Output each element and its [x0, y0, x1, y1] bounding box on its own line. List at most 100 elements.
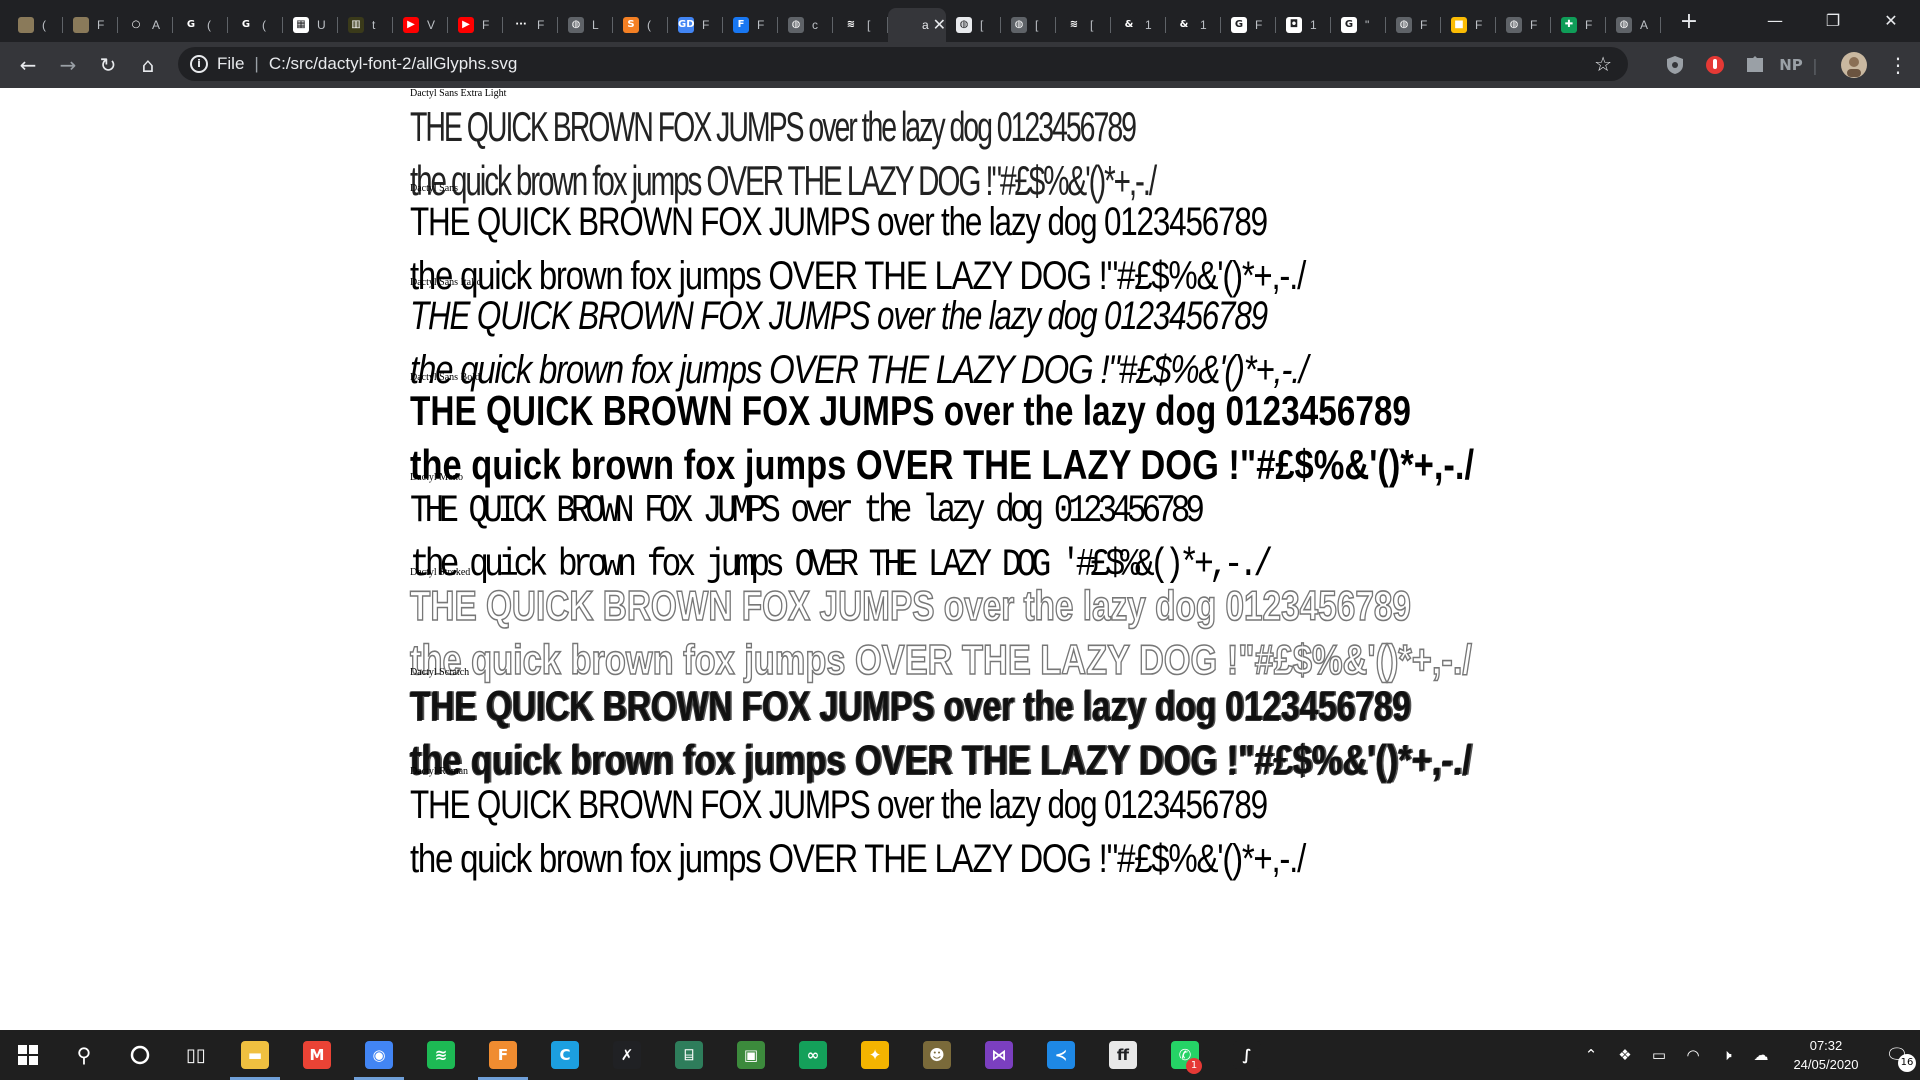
url-text[interactable]: C:/src/dactyl-font-2/allGlyphs.svg: [269, 54, 517, 74]
browser-tab[interactable]: ◘ 1: [1276, 8, 1331, 42]
glyph-sample-uppercase-first: THE QUICK BROWN FOX JUMPS over the lazy …: [409, 581, 1411, 630]
taskbar-app-spotify[interactable]: ≋: [410, 1030, 472, 1080]
visual-studio-icon: ⋈: [985, 1041, 1013, 1069]
youtube-icon: ▶: [403, 17, 419, 33]
browser-tab[interactable]: ◍[: [1001, 8, 1056, 42]
record-extension-icon[interactable]: [1702, 52, 1728, 78]
browser-tab[interactable]: G(: [173, 8, 228, 42]
glyph-sample-uppercase-first: THE QUICK BROWN FOX JUMPS over the lazy …: [410, 489, 1205, 533]
browser-tab[interactable]: ◍ F: [1386, 8, 1441, 42]
browser-tab[interactable]: (: [8, 8, 63, 42]
glyph-sample-uppercase-first: THE QUICK BROWN FOX JUMPS over the lazy …: [410, 200, 1268, 244]
browser-tab[interactable]: ◍ F: [1496, 8, 1551, 42]
volume-muted-icon[interactable]: 🕨: [1710, 1046, 1744, 1064]
address-bar[interactable]: i File | C:/src/dactyl-font-2/allGlyphs.…: [178, 47, 1628, 81]
browser-tab[interactable]: FF: [723, 8, 778, 42]
taskbar-app-photo-app[interactable]: ▣: [720, 1030, 782, 1080]
browser-tab[interactable]: ≋[: [833, 8, 888, 42]
browser-tab[interactable]: & 1: [1166, 8, 1221, 42]
new-tab-button[interactable]: +: [1675, 9, 1703, 34]
browser-tab[interactable]: G(: [228, 8, 283, 42]
browser-tab[interactable]: al ✕: [888, 8, 946, 42]
home-button[interactable]: ⌂: [128, 47, 168, 83]
close-window-button[interactable]: ✕: [1862, 0, 1920, 40]
taskbar-app-glasses-app[interactable]: ∞: [782, 1030, 844, 1080]
browser-toolbar: ← → ↻ ⌂ i File | C:/src/dactyl-font-2/al…: [0, 42, 1920, 88]
browser-tab[interactable]: ▶ F: [448, 8, 503, 42]
url-scheme-label: File: [217, 54, 245, 73]
tabs: (F○AG(G(▦U▥t▶V▶F···F◍LS(GDFFF◍c≋[al✕◍[◍[…: [0, 0, 1661, 42]
puzzle-extension-icon[interactable]: [1742, 52, 1768, 78]
toolbar-divider: |: [1812, 55, 1818, 75]
ampersand-icon: &: [1176, 17, 1192, 33]
youtube-icon: ▶: [458, 17, 474, 33]
tools-icon: ✗: [613, 1041, 641, 1069]
tab-title: t: [372, 18, 376, 32]
browser-tab[interactable]: ▶ V: [393, 8, 448, 42]
google-icon: G: [183, 17, 199, 33]
close-tab-icon[interactable]: ✕: [933, 15, 946, 35]
browser-tab[interactable]: ○ A: [118, 8, 173, 42]
start-button[interactable]: [0, 1030, 56, 1080]
browser-tab[interactable]: GD F: [668, 8, 723, 42]
restore-button[interactable]: ❐: [1804, 0, 1862, 40]
taskbar-app-font-tool[interactable]: ∫: [1216, 1030, 1278, 1080]
taskbar-app-file-explorer[interactable]: ▬: [224, 1030, 286, 1080]
taskbar-app-carbonite[interactable]: C: [534, 1030, 596, 1080]
browser-tab[interactable]: & 1: [1111, 8, 1166, 42]
taskbar-app-ideas-app[interactable]: ✦: [844, 1030, 906, 1080]
cortana-icon[interactable]: [112, 1030, 168, 1080]
chevron-up-icon[interactable]: ⌃: [1574, 1046, 1608, 1064]
back-button[interactable]: ←: [8, 47, 48, 83]
browser-tab[interactable]: ··· F: [503, 8, 558, 42]
bookmark-star-icon[interactable]: ☆: [1594, 52, 1612, 76]
action-center-icon[interactable]: 🗨 16: [1874, 1030, 1920, 1080]
browser-tab[interactable]: ◍ c: [778, 8, 833, 42]
forward-button[interactable]: →: [48, 47, 88, 83]
browser-tab[interactable]: F: [63, 8, 118, 42]
clock[interactable]: 07:32 24/05/2020: [1778, 1036, 1874, 1074]
taskbar-app-fontforge[interactable]: F: [472, 1030, 534, 1080]
browser-tab[interactable]: GF: [1221, 8, 1276, 42]
browser-tab[interactable]: ≋[: [1056, 8, 1111, 42]
font-name-label: Dactyl Scratch: [410, 667, 470, 678]
cloud-upload-icon[interactable]: ☁: [1744, 1046, 1778, 1064]
search-icon[interactable]: ⚲: [56, 1030, 112, 1080]
taskbar-app-xcode-like[interactable]: ✗: [596, 1030, 658, 1080]
browser-tab[interactable]: ▥ t: [338, 8, 393, 42]
browser-tab[interactable]: S(: [613, 8, 668, 42]
taskbar-app-vscode[interactable]: ≺: [1030, 1030, 1092, 1080]
taskbar-app-fontforge-round[interactable]: ff: [1092, 1030, 1154, 1080]
battery-icon[interactable]: ▭: [1642, 1046, 1676, 1064]
dropbox-icon[interactable]: ❖: [1608, 1046, 1642, 1064]
wifi-icon[interactable]: ◠: [1676, 1046, 1710, 1064]
browser-tab[interactable]: ▦ U: [283, 8, 338, 42]
browser-tab[interactable]: ■ F: [1441, 8, 1496, 42]
tab-title: F: [757, 18, 765, 32]
browser-tab[interactable]: ✚ F: [1551, 8, 1606, 42]
menu-kebab-icon[interactable]: ⋮: [1888, 52, 1908, 78]
browser-tab[interactable]: ◍ L: [558, 8, 613, 42]
avatar[interactable]: [1840, 52, 1868, 78]
window-controls: — ❐ ✕: [1746, 0, 1920, 40]
browser-tab[interactable]: ◍[: [946, 8, 1001, 42]
taskbar-app-gimp[interactable]: ☻: [906, 1030, 968, 1080]
site-info-icon[interactable]: i: [190, 55, 208, 73]
google-icon: G: [238, 17, 254, 33]
svg-page-content: Dactyl Sans Extra Light THE QUICK BROWN F…: [0, 88, 1920, 1030]
doc-icon: ▦: [293, 17, 309, 33]
taskbar-app-gmail[interactable]: M: [286, 1030, 348, 1080]
taskbar-app-chrome[interactable]: ◉: [348, 1030, 410, 1080]
taskbar-app-terminal[interactable]: ⌸: [658, 1030, 720, 1080]
shield-extension-icon[interactable]: [1662, 52, 1688, 78]
taskbar-app-visual-studio[interactable]: ⋈: [968, 1030, 1030, 1080]
browser-tab[interactable]: ◍ A: [1606, 8, 1661, 42]
minimize-button[interactable]: —: [1746, 0, 1804, 40]
taskbar-app-whatsapp[interactable]: ✆ 1: [1154, 1030, 1216, 1080]
reload-button[interactable]: ↻: [88, 47, 128, 83]
c-icon: C: [551, 1041, 579, 1069]
tab-title: [: [1090, 18, 1094, 32]
task-view-icon[interactable]: ▯▯: [168, 1030, 224, 1080]
browser-tab[interactable]: G ": [1331, 8, 1386, 42]
np-extension-label[interactable]: NP: [1776, 52, 1806, 78]
